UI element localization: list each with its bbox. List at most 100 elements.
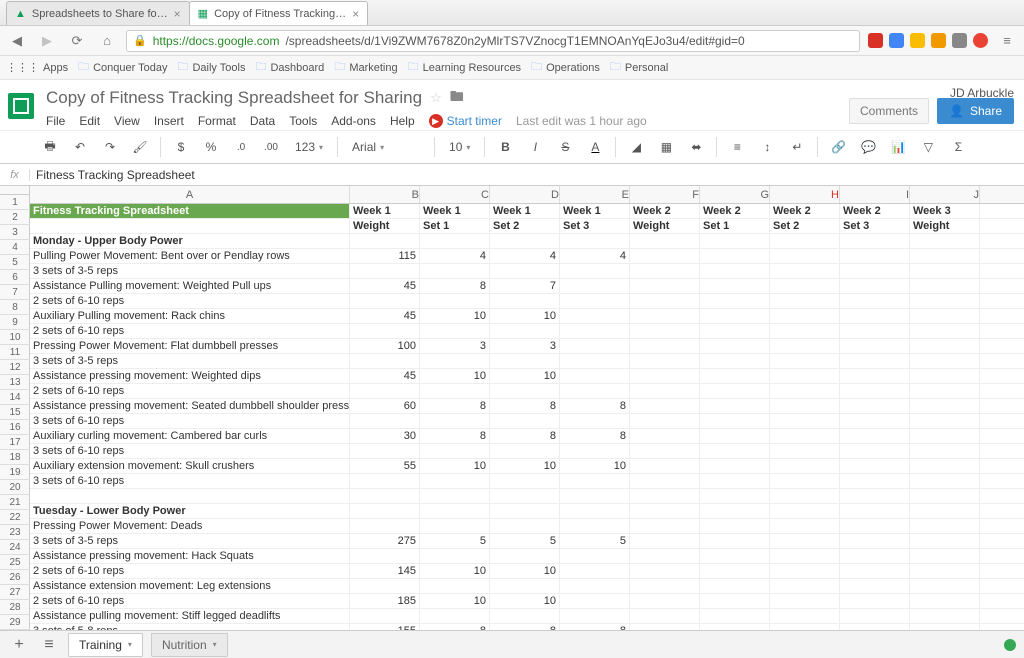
bookmark-folder[interactable]: 🗀Dashboard	[255, 58, 324, 77]
cell[interactable]	[840, 489, 910, 503]
cell[interactable]	[770, 489, 840, 503]
cell[interactable]: 3 sets of 6-10 reps	[30, 444, 350, 458]
apps-button[interactable]: ⋮⋮⋮Apps	[6, 61, 68, 74]
cell[interactable]: Set 1	[420, 219, 490, 233]
cell[interactable]	[350, 474, 420, 488]
cell[interactable]	[350, 444, 420, 458]
cell[interactable]	[420, 414, 490, 428]
cell[interactable]: Week 2	[770, 204, 840, 218]
row-header[interactable]: 5	[0, 255, 30, 270]
row-header[interactable]: 21	[0, 495, 30, 510]
cell[interactable]: 5	[490, 534, 560, 548]
row-header[interactable]: 13	[0, 375, 30, 390]
cell[interactable]	[770, 474, 840, 488]
cell[interactable]	[350, 324, 420, 338]
row-header[interactable]: 18	[0, 450, 30, 465]
cell[interactable]	[700, 414, 770, 428]
column-header[interactable]: D	[490, 186, 560, 203]
doc-title[interactable]: Copy of Fitness Tracking Spreadsheet for…	[46, 88, 422, 108]
cell[interactable]	[770, 414, 840, 428]
cell[interactable]	[770, 384, 840, 398]
column-header[interactable]: J	[910, 186, 980, 203]
sheets-logo[interactable]	[6, 86, 36, 126]
cell[interactable]	[910, 444, 980, 458]
row-header[interactable]: 22	[0, 510, 30, 525]
cell[interactable]: Pressing Power Movement: Deads	[30, 519, 350, 533]
menu-edit[interactable]: Edit	[79, 114, 100, 128]
cell[interactable]: Week 1	[490, 204, 560, 218]
home-button[interactable]: ⌂	[96, 30, 118, 52]
cell[interactable]: 8	[420, 279, 490, 293]
cell[interactable]: 8	[560, 624, 630, 630]
cell[interactable]: Assistance pulling movement: Stiff legge…	[30, 609, 350, 623]
cell[interactable]	[700, 624, 770, 630]
row-header[interactable]: 12	[0, 360, 30, 375]
cell[interactable]	[910, 234, 980, 248]
cell[interactable]	[700, 474, 770, 488]
text-color-button[interactable]: A	[583, 135, 607, 159]
cell[interactable]	[630, 534, 700, 548]
cell[interactable]	[840, 609, 910, 623]
cell[interactable]: 100	[350, 339, 420, 353]
cell[interactable]	[630, 384, 700, 398]
cell[interactable]	[700, 264, 770, 278]
cell[interactable]: 55	[350, 459, 420, 473]
cell[interactable]	[420, 354, 490, 368]
sheet-tab-training[interactable]: Training▾	[68, 633, 143, 657]
cell[interactable]: Week 2	[700, 204, 770, 218]
undo-icon[interactable]: ↶	[68, 135, 92, 159]
cell[interactable]	[910, 264, 980, 278]
cell[interactable]	[700, 564, 770, 578]
cell[interactable]: 7	[490, 279, 560, 293]
cell[interactable]	[840, 564, 910, 578]
cell[interactable]	[770, 309, 840, 323]
fill-color-button[interactable]: ◢	[624, 135, 648, 159]
cell[interactable]	[560, 519, 630, 533]
cell[interactable]	[420, 489, 490, 503]
cell[interactable]	[560, 504, 630, 518]
cell[interactable]	[630, 429, 700, 443]
percent-button[interactable]: %	[199, 135, 223, 159]
cell[interactable]	[630, 504, 700, 518]
star-icon[interactable]: ☆	[430, 90, 442, 106]
cell[interactable]	[770, 504, 840, 518]
cell[interactable]: 10	[420, 564, 490, 578]
cell[interactable]	[420, 234, 490, 248]
cell[interactable]	[840, 414, 910, 428]
cell[interactable]	[490, 489, 560, 503]
cell[interactable]	[770, 324, 840, 338]
number-format-select[interactable]: 123▾	[289, 138, 329, 156]
menu-view[interactable]: View	[114, 114, 140, 128]
row-header[interactable]: 19	[0, 465, 30, 480]
cell[interactable]	[840, 444, 910, 458]
cell[interactable]: Weight	[350, 219, 420, 233]
close-icon[interactable]: ×	[352, 7, 359, 21]
row-header[interactable]: 27	[0, 585, 30, 600]
cell[interactable]	[560, 564, 630, 578]
cell[interactable]	[910, 579, 980, 593]
cell[interactable]	[630, 444, 700, 458]
cell[interactable]	[630, 459, 700, 473]
cell[interactable]	[490, 609, 560, 623]
link-button[interactable]: 🔗	[826, 135, 850, 159]
cell[interactable]	[840, 354, 910, 368]
cell[interactable]	[420, 579, 490, 593]
cell[interactable]	[420, 294, 490, 308]
cell[interactable]	[350, 579, 420, 593]
cell[interactable]	[560, 489, 630, 503]
h-align-button[interactable]: ≡	[725, 135, 749, 159]
cell[interactable]	[490, 414, 560, 428]
cell[interactable]	[770, 354, 840, 368]
cell[interactable]	[630, 489, 700, 503]
row-header[interactable]: 6	[0, 270, 30, 285]
cell[interactable]: 2 sets of 6-10 reps	[30, 294, 350, 308]
cell[interactable]: 60	[350, 399, 420, 413]
cell[interactable]	[910, 294, 980, 308]
column-header[interactable]: I	[840, 186, 910, 203]
cell[interactable]: Tuesday - Lower Body Power	[30, 504, 350, 518]
cell[interactable]: 10	[490, 564, 560, 578]
column-header[interactable]: E	[560, 186, 630, 203]
cell[interactable]	[770, 369, 840, 383]
cell[interactable]: Pulling Power Movement: Bent over or Pen…	[30, 249, 350, 263]
cell[interactable]	[630, 309, 700, 323]
